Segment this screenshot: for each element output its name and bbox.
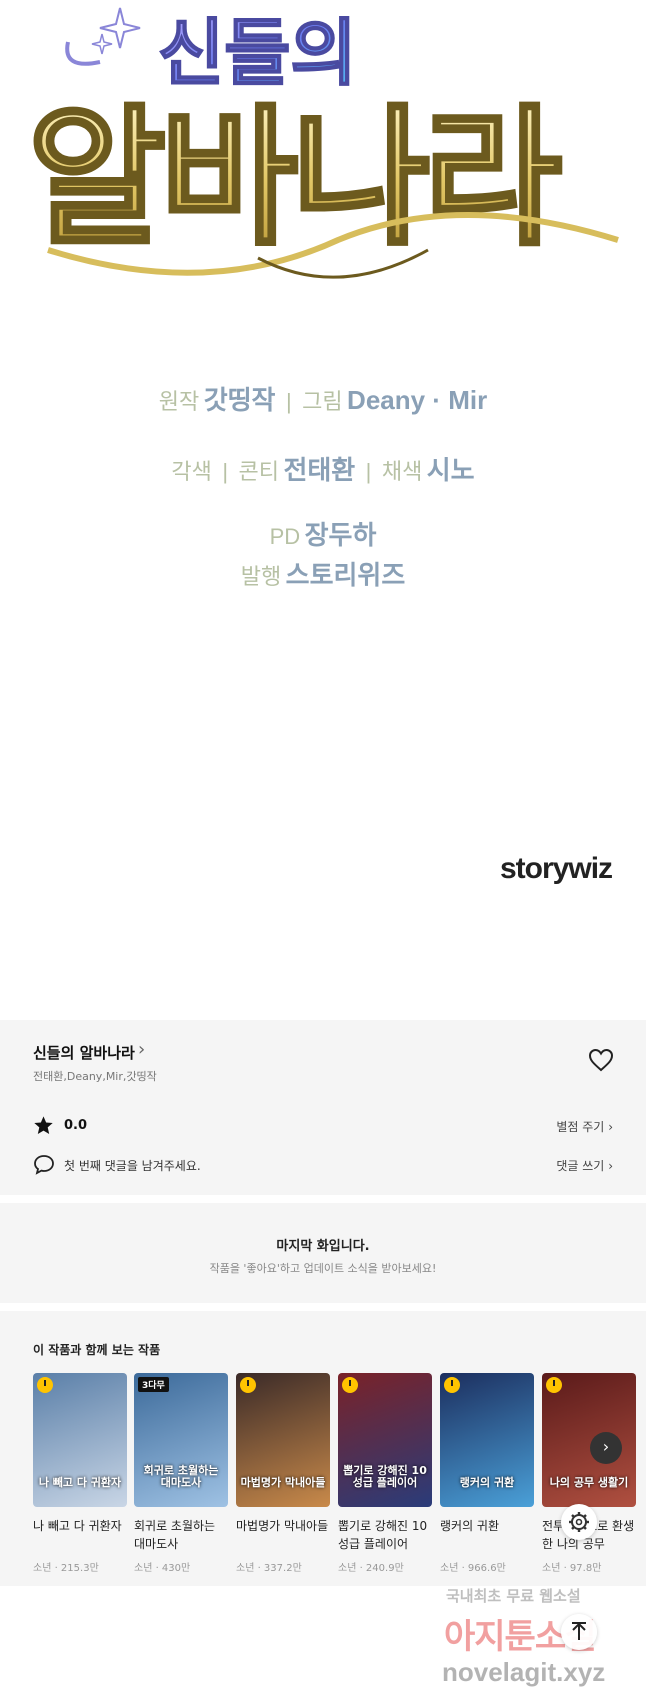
cover-title: 뽑기로 강해진 10성급 플레이어 [343, 1463, 427, 1489]
credit-separator: | [365, 459, 372, 484]
free-badge: 3다무 [138, 1377, 169, 1392]
card-meta: 소년 · 240.9만 [338, 1563, 404, 1574]
recommendation-card[interactable]: 나 빼고 다 귀환자 나 빼고 다 귀환자 소년 · 215.3만 [33, 1373, 127, 1574]
credits-adapt-conti-color: 각색 | 콘티 전태환 | 채색 시노 [0, 450, 646, 487]
card-meta: 소년 · 215.3만 [33, 1563, 99, 1574]
recommendation-card[interactable]: 뽑기로 강해진 10성급 플레이어 뽑기로 강해진 10성급 플레이어 소년 ·… [338, 1373, 432, 1574]
credit-name: 시노 [426, 455, 475, 485]
publisher-logo: storywiz [500, 852, 613, 885]
scroll-top-button[interactable] [561, 1614, 597, 1650]
card-title[interactable]: 랭커의 귀환 [440, 1517, 534, 1553]
cover-image[interactable]: 3다무 회귀로 초월하는 대마도사 [134, 1373, 228, 1507]
cover-title: 회귀로 초월하는 대마도사 [143, 1463, 219, 1489]
credit-label: PD [269, 524, 301, 549]
comment-icon [34, 1155, 54, 1175]
credit-separator: | [285, 389, 292, 414]
credit-name: Deany · Mir [347, 385, 488, 415]
last-episode-notice: 마지막 화입니다. 작품을 '좋아요'하고 업데이트 소식을 받아보세요! [0, 1203, 646, 1303]
credit-label: 원작 [158, 389, 200, 414]
cover-title: 랭커의 귀환 [459, 1475, 515, 1489]
carousel-next-button[interactable]: › [590, 1432, 622, 1464]
credit-label: 콘티 [238, 459, 279, 484]
recommendations-heading: 이 작품과 함께 보는 작품 [33, 1343, 161, 1357]
cover-image[interactable]: 마법명가 막내아들 [236, 1373, 330, 1507]
series-logo: 신들의 알바나라 [26, 7, 619, 279]
settings-button[interactable] [561, 1504, 597, 1540]
cover-image[interactable]: 랭커의 귀환 [440, 1373, 534, 1507]
rating-value: 0.0 [64, 1118, 88, 1133]
cover-image[interactable]: 나 빼고 다 귀환자 [33, 1373, 127, 1507]
clock-badge-icon [37, 1377, 53, 1393]
rate-button-label: 별점 주기 [556, 1120, 605, 1134]
clock-badge-icon [444, 1377, 460, 1393]
cover-title: 나의 공무 생활기 [549, 1475, 629, 1489]
gear-icon [569, 1512, 589, 1532]
chevron-right-icon: › [608, 1159, 613, 1173]
card-meta: 소년 · 966.6만 [440, 1563, 506, 1574]
recommendation-card[interactable]: 마법명가 막내아들 마법명가 막내아들 소년 · 337.2만 [236, 1373, 330, 1574]
card-meta: 소년 · 337.2만 [236, 1563, 302, 1574]
rate-button[interactable]: 별점 주기 › [556, 1118, 613, 1135]
clock-badge-icon [240, 1377, 256, 1393]
credit-name: 갓띵작 [203, 385, 276, 415]
cover-image[interactable]: 뽑기로 강해진 10성급 플레이어 [338, 1373, 432, 1507]
credits-original-art: 원작 갓띵작 | 그림 Deany · Mir [0, 380, 646, 417]
svg-text:신들의: 신들의 [158, 11, 357, 95]
card-title[interactable]: 회귀로 초월하는 대마도사 [134, 1517, 228, 1553]
series-authors: 전태환,Deany,Mir,갓띵작 [33, 1070, 157, 1083]
series-title-link[interactable]: 신들의 알바나라 [33, 1042, 135, 1063]
credits-pd: PD 장두하 [0, 515, 646, 552]
card-title[interactable]: 뽑기로 강해진 10성급 플레이어 [338, 1517, 432, 1553]
last-episode-subtitle: 작품을 '좋아요'하고 업데이트 소식을 받아보세요! [209, 1262, 437, 1275]
credit-label: 채색 [381, 459, 423, 484]
comment-prompt: 첫 번째 댓글을 남겨주세요. [64, 1159, 201, 1173]
clock-badge-icon [342, 1377, 358, 1393]
recommendation-card[interactable]: 3다무 회귀로 초월하는 대마도사 회귀로 초월하는 대마도사 소년 · 430… [134, 1373, 228, 1574]
recommendations-section: 이 작품과 함께 보는 작품 나 빼고 다 귀환자 나 빼고 다 귀환자 소년 … [0, 1311, 646, 1586]
chevron-right-icon: › [602, 1437, 610, 1456]
chevron-right-icon: › [608, 1120, 613, 1134]
cover-image[interactable]: 나의 공무 생활기 [542, 1373, 636, 1507]
last-episode-title: 마지막 화입니다. [276, 1239, 370, 1254]
sparkle-icon [91, 33, 113, 55]
arrow-up-icon [572, 1622, 586, 1640]
credit-label: 발행 [240, 564, 282, 589]
chevron-right-icon[interactable]: › [138, 1039, 145, 1060]
heart-icon[interactable] [588, 1048, 614, 1072]
credits-publisher: 발행 스토리위즈 [0, 555, 646, 592]
card-title[interactable]: 나 빼고 다 귀환자 [33, 1517, 127, 1553]
cover-title: 나 빼고 다 귀환자 [38, 1475, 122, 1489]
card-meta: 소년 · 97.8만 [542, 1563, 602, 1574]
svg-text:알바나라: 알바나라 [28, 92, 561, 266]
credit-separator: | [222, 459, 229, 484]
write-comment-button[interactable]: 댓글 쓰기 › [556, 1157, 613, 1174]
watermark-line: novelagit.xyz [442, 1657, 606, 1687]
write-comment-label: 댓글 쓰기 [556, 1159, 605, 1173]
watermark-line: 국내최초 무료 웹소설 [446, 1587, 581, 1605]
series-info-panel: 신들의 알바나라 › 전태환,Deany,Mir,갓띵작 0.0 별점 주기 ›… [0, 1020, 646, 1195]
comic-panel: 신들의 알바나라 원작 갓띵작 | 그림 Deany · Mir 각색 | 콘티… [0, 0, 646, 1020]
cover-title: 마법명가 막내아들 [240, 1475, 326, 1489]
credit-name: 장두하 [304, 520, 377, 550]
credit-label: 각색 [171, 459, 212, 484]
watermark: 국내최초 무료 웹소설 아지툰소설 novelagit.xyz [440, 1585, 640, 1695]
credit-name: 전태환 [283, 455, 356, 485]
credit-label: 그림 [302, 389, 343, 414]
recommendation-card[interactable]: 랭커의 귀환 랭커의 귀환 소년 · 966.6만 [440, 1373, 534, 1574]
clock-badge-icon [546, 1377, 562, 1393]
card-title[interactable]: 마법명가 막내아들 [236, 1517, 330, 1553]
card-meta: 소년 · 430만 [134, 1563, 191, 1574]
credit-name: 스토리위즈 [285, 560, 406, 590]
star-icon [34, 1116, 53, 1134]
recommendation-card[interactable]: 나의 공무 생활기 전투종족으로 환생한 나의 공무 소년 · 97.8만 [542, 1373, 636, 1574]
